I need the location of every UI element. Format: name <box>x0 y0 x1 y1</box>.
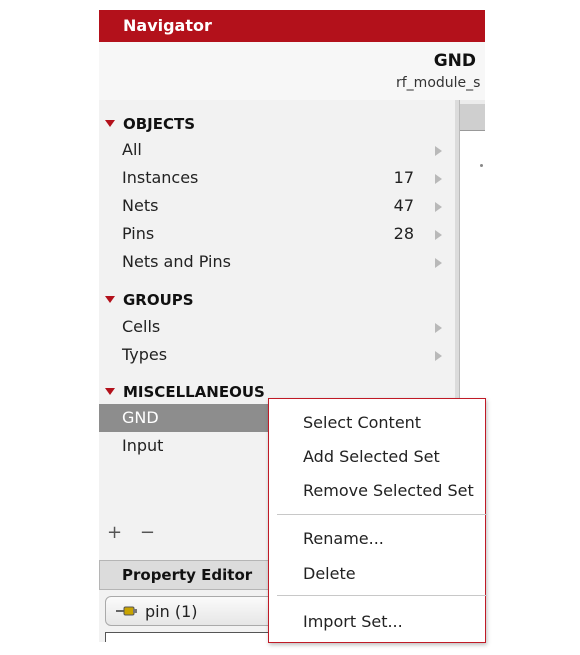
tree-item-label: Pins <box>122 224 155 243</box>
chevron-right-icon <box>435 258 442 268</box>
navigator-title-bar: Navigator <box>99 10 485 42</box>
property-editor-tab[interactable]: Property Editor <box>99 560 271 590</box>
menu-item-rename[interactable]: Rename... <box>303 529 384 548</box>
remove-set-button[interactable]: − <box>140 522 155 543</box>
section-objects[interactable]: OBJECTS <box>99 112 455 138</box>
context-menu: Select Content Add Selected Set Remove S… <box>268 398 487 643</box>
menu-separator <box>277 514 487 515</box>
tree-item-label: Cells <box>122 317 161 336</box>
tree-item-cells[interactable]: Cells <box>99 313 455 341</box>
tree-item-label: Types <box>122 345 168 364</box>
tree-item-instances[interactable]: Instances 17 <box>99 164 455 192</box>
set-controls: + − <box>107 522 167 543</box>
menu-item-import-set[interactable]: Import Set... <box>303 612 403 631</box>
add-set-button[interactable]: + <box>107 522 122 543</box>
tree-item-all[interactable]: All <box>99 136 455 164</box>
tree-item-label: Input <box>122 436 164 455</box>
chevron-right-icon <box>435 323 442 333</box>
section-groups-label: GROUPS <box>123 291 194 309</box>
property-object-select-label: pin (1) <box>145 602 198 621</box>
section-miscellaneous-label: MISCELLANEOUS <box>123 383 265 401</box>
section-objects-label: OBJECTS <box>123 115 196 133</box>
section-groups[interactable]: GROUPS <box>99 288 455 314</box>
selection-subtitle: rf_module_s <box>396 75 481 91</box>
selection-info-bar: GND rf_module_s <box>99 42 485 101</box>
tree-item-count: 28 <box>393 224 414 243</box>
chevron-right-icon <box>435 351 442 361</box>
tree-item-count: 17 <box>393 168 414 187</box>
tree-item-types[interactable]: Types <box>99 341 455 369</box>
navigator-title: Navigator <box>123 16 212 35</box>
property-editor-title: Property Editor <box>122 566 253 584</box>
chevron-right-icon <box>435 202 442 212</box>
chevron-right-icon <box>435 174 442 184</box>
pin-icon <box>116 606 137 616</box>
chevron-right-icon <box>435 230 442 240</box>
side-pane-header <box>460 104 485 131</box>
tree-item-count: 47 <box>393 196 414 215</box>
tree-item-label: All <box>122 140 142 159</box>
tree-item-nets-and-pins[interactable]: Nets and Pins <box>99 248 455 276</box>
tree-item-pins[interactable]: Pins 28 <box>99 220 455 248</box>
tree-item-label: Instances <box>122 168 199 187</box>
expand-triangle-icon[interactable] <box>105 296 115 303</box>
tree-item-label: GND <box>122 408 159 427</box>
menu-item-delete[interactable]: Delete <box>303 564 356 583</box>
menu-item-select-content[interactable]: Select Content <box>303 413 421 432</box>
menu-separator <box>277 595 487 596</box>
side-pane-marker <box>480 164 483 167</box>
tree-item-label: Nets <box>122 196 159 215</box>
menu-item-add-selected-set[interactable]: Add Selected Set <box>303 447 440 466</box>
expand-triangle-icon[interactable] <box>105 388 115 395</box>
tree-item-label: Nets and Pins <box>122 252 231 271</box>
expand-triangle-icon[interactable] <box>105 120 115 127</box>
chevron-right-icon <box>435 146 442 156</box>
selection-title: GND <box>433 51 476 71</box>
property-table <box>105 632 275 642</box>
menu-item-remove-selected-set[interactable]: Remove Selected Set <box>303 481 474 500</box>
tree-item-nets[interactable]: Nets 47 <box>99 192 455 220</box>
property-object-select[interactable]: pin (1) <box>105 596 275 626</box>
